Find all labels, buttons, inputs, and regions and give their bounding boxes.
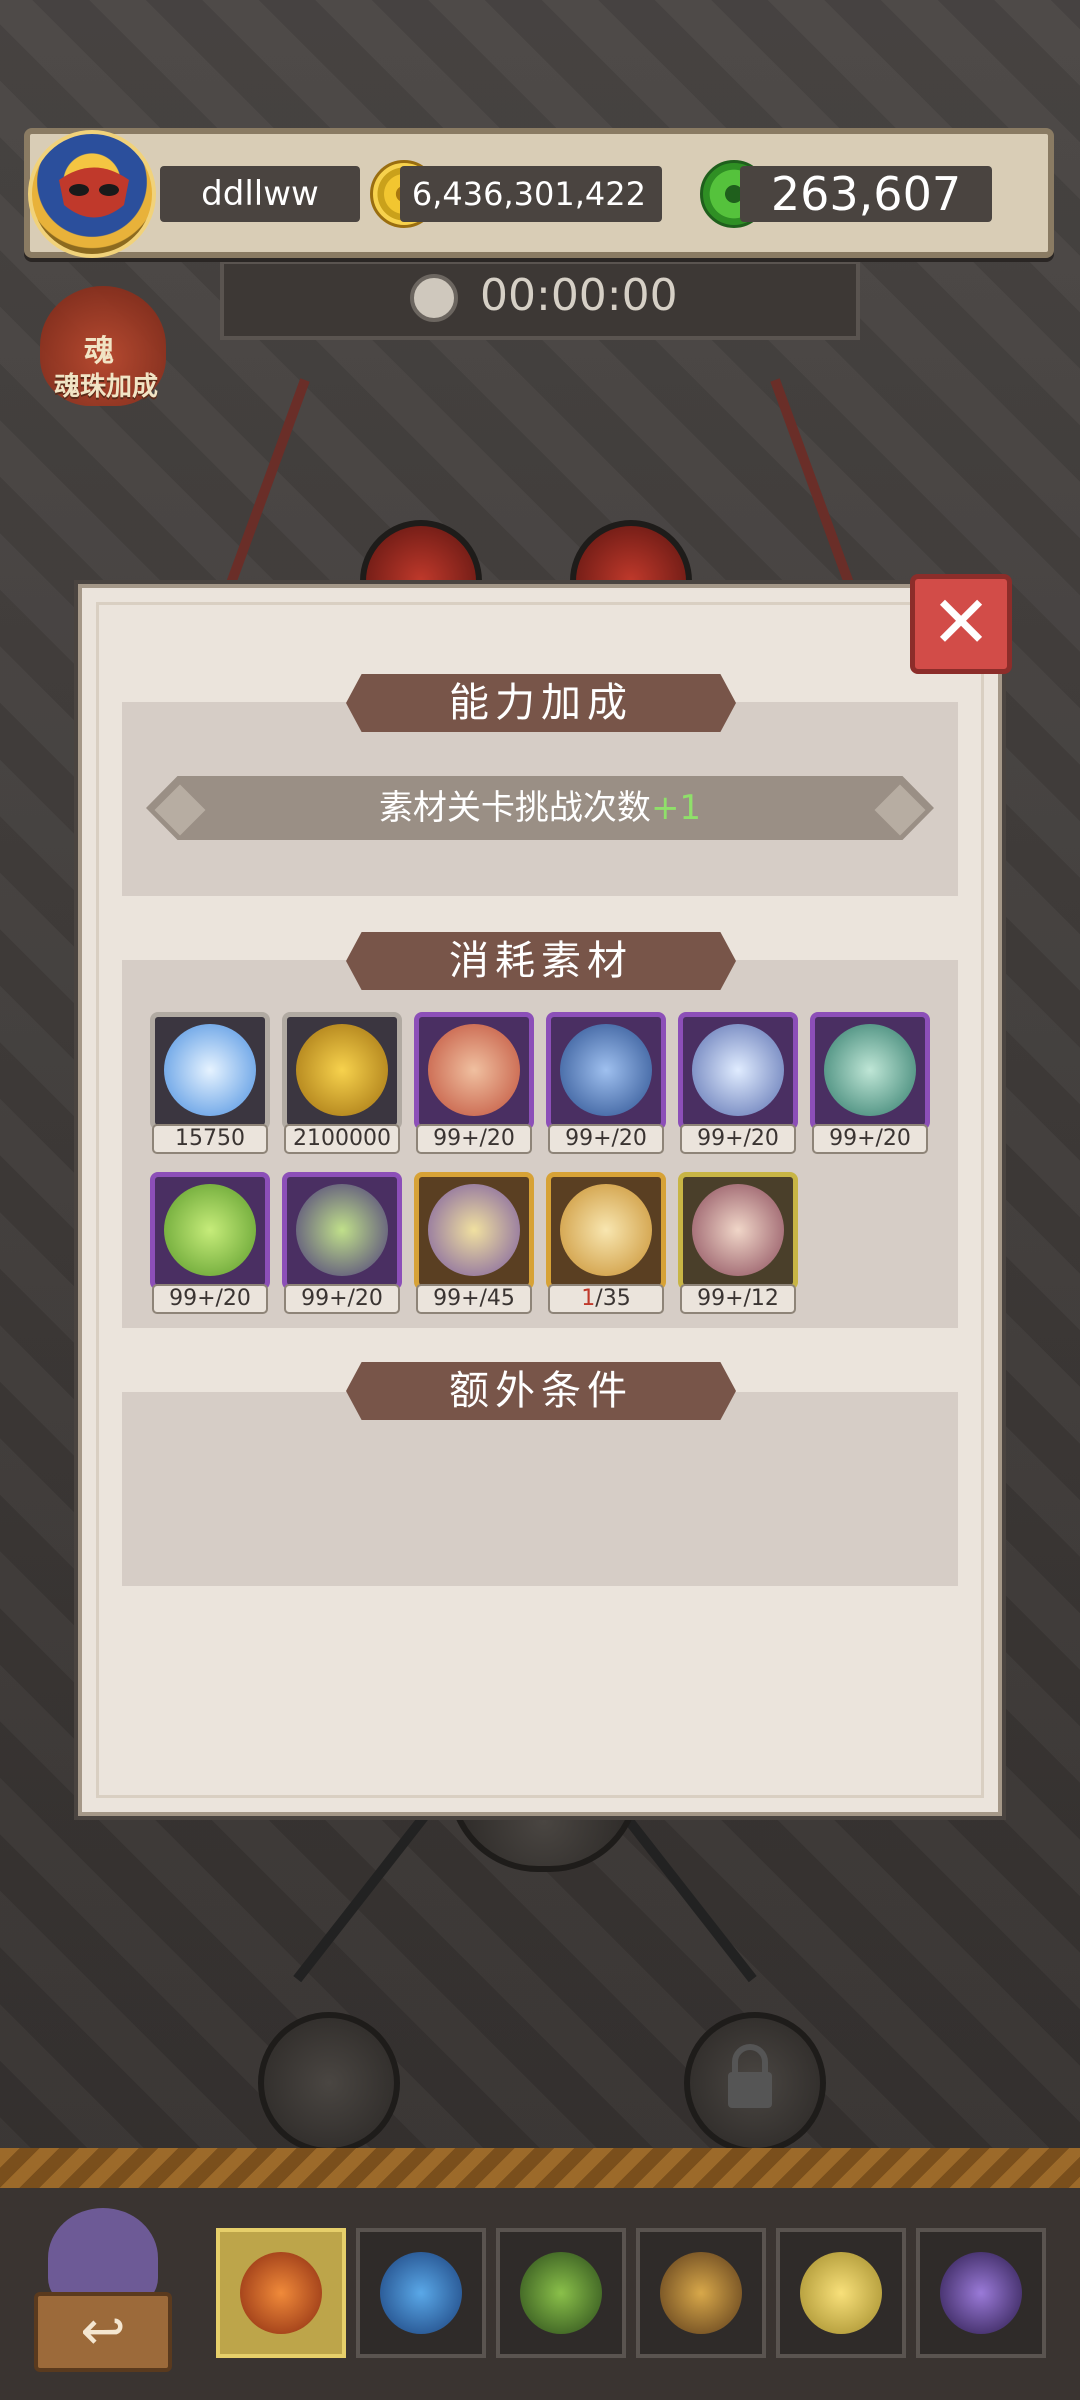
back-arrow-icon: ↩: [34, 2292, 172, 2372]
element-tab[interactable]: [356, 2228, 486, 2358]
water-drop-icon: [380, 2252, 462, 2334]
bottom-ornament-band: [0, 2148, 1080, 2188]
element-tab[interactable]: [496, 2228, 626, 2358]
material-count: 99+/20: [680, 1124, 796, 1154]
moon-icon: [940, 2252, 1022, 2334]
extra-conditions-section: [122, 1392, 958, 1586]
bonus-bar: 素材关卡挑战次数+1: [146, 776, 934, 840]
material-count: 99+/20: [812, 1124, 928, 1154]
red-fire-orb-icon: [428, 1024, 520, 1116]
material-item[interactable]: 99+/20: [810, 1012, 930, 1154]
dragon-orb-icon: [692, 1184, 784, 1276]
element-tab[interactable]: [916, 2228, 1046, 2358]
section-title-materials: 消耗素材: [346, 932, 736, 990]
element-tab[interactable]: [776, 2228, 906, 2358]
mask-icon: [59, 167, 129, 218]
material-item[interactable]: 99+/12: [678, 1172, 798, 1314]
material-item[interactable]: 1/35: [546, 1172, 666, 1314]
player-avatar[interactable]: [28, 130, 156, 258]
material-item[interactable]: 2100000: [282, 1012, 402, 1154]
soul-bonus-label[interactable]: 魂珠加成: [42, 366, 170, 403]
element-tab[interactable]: [636, 2228, 766, 2358]
tree-node-locked[interactable]: [684, 2012, 826, 2154]
material-count: 99+/12: [680, 1284, 796, 1314]
section-title-ability-bonus: 能力加成: [346, 674, 736, 732]
leaf-orb-icon: [296, 1184, 388, 1276]
material-item[interactable]: 99+/20: [282, 1172, 402, 1314]
material-count: 1/35: [548, 1284, 664, 1314]
material-item[interactable]: 99+/20: [150, 1172, 270, 1314]
gold-coin-stack-icon: [296, 1024, 388, 1116]
material-count: 99+/20: [152, 1284, 268, 1314]
cube-orb-icon: [692, 1024, 784, 1116]
blue-crystal-icon: [164, 1024, 256, 1116]
gold-amount: 6,436,301,422: [400, 166, 662, 222]
material-count: 15750: [152, 1124, 268, 1154]
golden-chest-orb-icon: [428, 1184, 520, 1276]
element-tab[interactable]: [216, 2228, 346, 2358]
leaf-cube-orb-icon: [164, 1184, 256, 1276]
material-count: 99+/20: [548, 1124, 664, 1154]
sun-icon: [800, 2252, 882, 2334]
material-count: 99+/20: [284, 1284, 400, 1314]
material-item[interactable]: 99+/20: [414, 1012, 534, 1154]
golden-hammer-orb-icon: [560, 1184, 652, 1276]
material-count-owned: 1: [581, 1286, 596, 1311]
bonus-plus: +1: [650, 788, 702, 828]
lock-icon: [728, 2044, 772, 2108]
close-button[interactable]: ✕: [910, 574, 1012, 674]
stopwatch-icon: [410, 274, 458, 322]
section-title-extra-conditions: 额外条件: [346, 1362, 736, 1420]
bonus-text: 素材关卡挑战次数: [378, 788, 651, 828]
material-item[interactable]: 99+/20: [546, 1012, 666, 1154]
tree-node-fire[interactable]: [258, 2012, 400, 2154]
material-count: 99+/20: [416, 1124, 532, 1154]
material-count: 2100000: [284, 1124, 400, 1154]
green-rune-orb-icon: [824, 1024, 916, 1116]
earth-mountain-icon: [660, 2252, 742, 2334]
leaf-icon: [520, 2252, 602, 2334]
material-item[interactable]: 99+/45: [414, 1172, 534, 1314]
back-button[interactable]: ↩: [22, 2204, 182, 2384]
material-count: 99+/45: [416, 1284, 532, 1314]
material-item[interactable]: 99+/20: [678, 1012, 798, 1154]
username: ddllww: [160, 166, 360, 222]
material-item[interactable]: 15750: [150, 1012, 270, 1154]
blue-ice-orb-icon: [560, 1024, 652, 1116]
jade-amount: 263,607: [740, 166, 992, 222]
fire-icon: [240, 2252, 322, 2334]
soul-bonus-char: 魂: [84, 334, 114, 369]
timer-text: 00:00:00: [480, 270, 678, 321]
